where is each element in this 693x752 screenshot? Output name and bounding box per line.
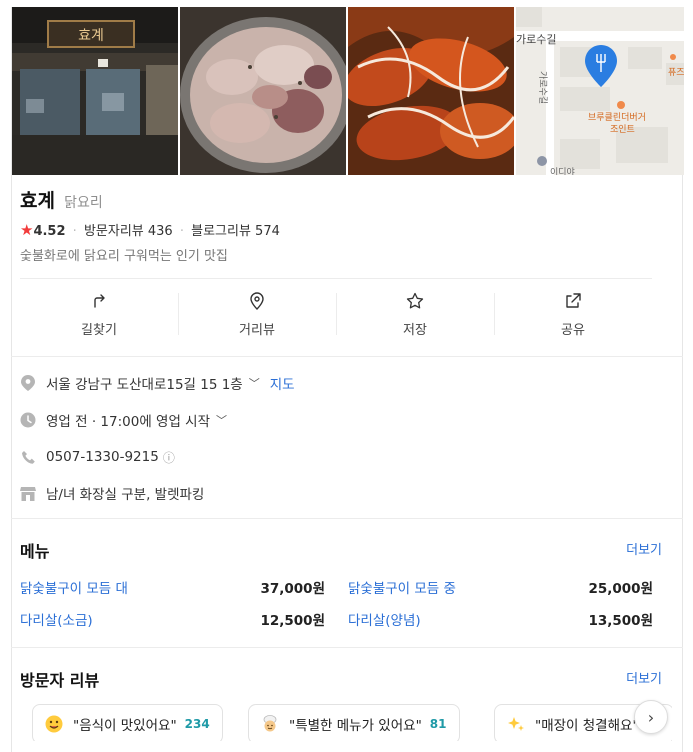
address-text[interactable]: 서울 강남구 도산대로15길 15 1층 <box>46 373 243 393</box>
separator-dot: · <box>72 224 77 239</box>
menu-item-name[interactable]: 닭숯불구이 모듬 대 <box>20 577 128 597</box>
menu-item-price: 13,500원 <box>588 613 653 629</box>
separator-dot: · <box>179 224 184 239</box>
clock-icon <box>20 412 36 428</box>
chevron-down-icon[interactable]: ﹀ <box>249 375 260 391</box>
action-bar: 길찾기 거리뷰 저장 공유 <box>20 278 652 346</box>
review-chip-text: "매장이 청결해요" <box>535 718 639 734</box>
review-chip-text: "특별한 메뉴가 있어요" <box>289 718 422 734</box>
share-icon <box>566 293 581 308</box>
menu-item-price: 37,000원 <box>260 581 325 597</box>
map-edge-label: 퓨즈 <box>668 67 684 78</box>
amenities-row: 남/녀 화장실 구분, 발렛파킹 <box>20 482 204 504</box>
map-bottom-label: 이디야 <box>550 167 575 175</box>
reviews-section-title: 방문자 리뷰 <box>20 671 100 690</box>
directions-label: 길찾기 <box>81 323 117 338</box>
menu-section-title: 메뉴 <box>20 542 50 561</box>
menu-item-name[interactable]: 다리살(양념) <box>348 609 421 629</box>
menu-item-price: 12,500원 <box>260 613 325 629</box>
review-chip-count: 234 <box>184 717 210 731</box>
menu-item[interactable]: 닭숯불구이 모듬 대 37,000원 <box>20 577 325 597</box>
save-label: 저장 <box>403 323 427 338</box>
map-poi-line2: 조인트 <box>610 124 635 135</box>
hours-row: 영업 전 · 17:00에 영업 시작 ﹀ <box>20 409 227 431</box>
section-divider <box>11 647 683 648</box>
store-icon <box>20 485 36 501</box>
place-category: 닭요리 <box>64 195 103 211</box>
place-name[interactable]: 효계 <box>20 190 55 212</box>
star-icon: ★ <box>20 221 34 239</box>
place-title-row: 효계 닭요리 <box>20 186 103 213</box>
photo-glazed-chicken[interactable] <box>348 7 514 175</box>
rating-row: ★4.52 · 방문자리뷰 436 · 블로그리뷰 574 <box>20 220 280 239</box>
phone-icon <box>20 449 36 465</box>
share-button[interactable]: 공유 <box>494 279 652 346</box>
section-divider <box>11 356 683 357</box>
place-description: 숯불화로에 닭요리 구워먹는 인기 맛집 <box>20 249 228 264</box>
photo-storefront[interactable]: 효계 <box>12 7 178 175</box>
photo-raw-chicken[interactable] <box>180 7 346 175</box>
visitor-review-count[interactable]: 방문자리뷰 436 <box>84 224 173 239</box>
reviews-more-link[interactable]: 더보기 <box>626 668 662 687</box>
menu-item-name[interactable]: 다리살(소금) <box>20 609 93 629</box>
yum-face-icon <box>45 715 63 733</box>
map-poi-line1: 브루클린더버거 <box>588 112 646 123</box>
blog-review-count[interactable]: 블로그리뷰 574 <box>191 224 280 239</box>
directions-icon <box>94 294 105 308</box>
location-pin-icon <box>20 375 36 391</box>
chef-icon <box>261 715 279 733</box>
review-keyword-chips: "음식이 맛있어요" 234 "특별한 메뉴가 있어요" 81 "매장이 청결해… <box>20 697 672 741</box>
menu-item-price: 25,000원 <box>588 581 653 597</box>
photo-location-map[interactable]: 가로수길 가로수길 브루클린더버거 조인트 퓨즈 이디야 <box>516 7 684 175</box>
review-chip[interactable]: "음식이 맛있어요" 234 <box>32 704 223 741</box>
star-outline-icon <box>406 292 424 309</box>
menu-item-name[interactable]: 닭숯불구이 모듬 중 <box>348 577 456 597</box>
menu-item[interactable]: 다리살(양념) 13,500원 <box>348 609 653 629</box>
menu-item[interactable]: 다리살(소금) 12,500원 <box>20 609 325 629</box>
phone-number[interactable]: 0507-1330-9215 <box>46 449 159 465</box>
amenities-text: 남/녀 화장실 구분, 발렛파킹 <box>46 487 205 503</box>
review-chip[interactable]: "특별한 메뉴가 있어요" 81 <box>248 704 460 741</box>
address-row: 서울 강남구 도산대로15길 15 1층 ﹀ 지도 <box>20 372 295 394</box>
section-divider <box>11 518 683 519</box>
map-street-label-vertical: 가로수길 <box>537 71 548 104</box>
storefront-sign-text: 효계 <box>78 28 104 44</box>
menu-item[interactable]: 닭숯불구이 모듬 중 25,000원 <box>348 577 653 597</box>
directions-button[interactable]: 길찾기 <box>20 279 178 346</box>
phone-row: 0507-1330-9215 ⓘ <box>20 446 175 468</box>
street-view-button[interactable]: 거리뷰 <box>178 279 336 346</box>
photo-strip[interactable]: 효계 가로수길 가로수길 브루클린더버거 조인트 퓨즈 이디야 <box>12 7 684 175</box>
hours-text[interactable]: 영업 전 · 17:00에 영업 시작 <box>46 410 210 430</box>
chevron-right-icon[interactable]: › <box>634 700 668 734</box>
map-street-label: 가로수길 <box>516 33 556 46</box>
chevron-down-icon[interactable]: ﹀ <box>216 412 227 428</box>
rating-value: 4.52 <box>33 224 66 239</box>
share-label: 공유 <box>561 323 585 338</box>
review-chip-count: 81 <box>429 717 447 731</box>
menu-more-link[interactable]: 더보기 <box>626 539 662 558</box>
street-view-label: 거리뷰 <box>239 323 275 338</box>
sparkle-icon <box>507 715 525 733</box>
street-view-icon <box>250 292 264 310</box>
save-button[interactable]: 저장 <box>336 279 494 346</box>
info-icon[interactable]: ⓘ <box>163 449 175 466</box>
map-link[interactable]: 지도 <box>270 373 295 393</box>
review-chip-text: "음식이 맛있어요" <box>73 718 177 734</box>
